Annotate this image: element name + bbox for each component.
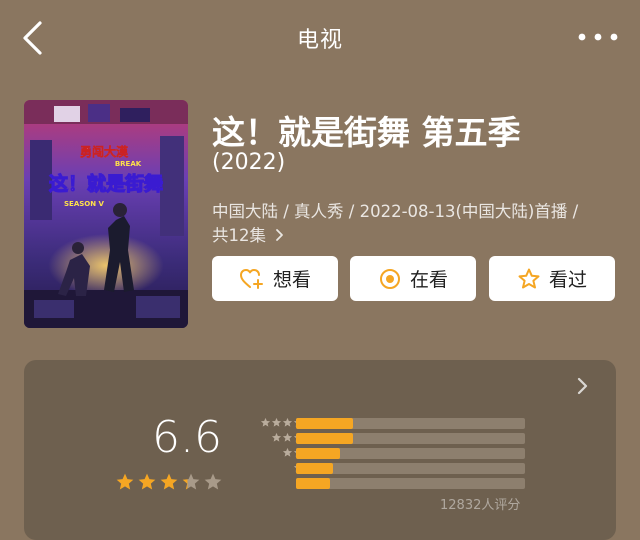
small-star-icon bbox=[260, 417, 271, 427]
star-icon bbox=[204, 473, 222, 490]
rating-distribution bbox=[232, 416, 542, 491]
rating-bar-track bbox=[296, 478, 525, 489]
rating-bar-row bbox=[232, 461, 542, 476]
rating-bar-fill bbox=[296, 463, 333, 474]
rating-bar-fill bbox=[296, 448, 340, 459]
rating-bar-fill bbox=[296, 433, 354, 444]
rating-count: 12832人评分 bbox=[440, 498, 521, 513]
small-star-icon bbox=[271, 417, 282, 427]
poster-season-text: SEASON V bbox=[64, 200, 105, 208]
small-star-icon bbox=[271, 432, 282, 442]
rating-bar-row bbox=[232, 476, 542, 491]
star-outline-icon bbox=[518, 268, 540, 288]
more-options-button[interactable] bbox=[578, 28, 618, 46]
star-icon bbox=[138, 473, 156, 490]
small-star-icon bbox=[282, 417, 293, 427]
want-to-watch-label: 想看 bbox=[272, 269, 311, 291]
more-dots-icon bbox=[578, 33, 618, 41]
poster-top-text-en: BREAK bbox=[115, 160, 142, 168]
rating-bar-track bbox=[296, 448, 525, 459]
star-icon bbox=[116, 473, 134, 490]
small-star-icon bbox=[282, 447, 293, 457]
rating-bar-row bbox=[232, 431, 542, 446]
rating-bar-fill bbox=[296, 418, 354, 429]
heart-plus-icon bbox=[239, 268, 263, 289]
star-icon bbox=[182, 473, 200, 490]
chevron-right-small-icon bbox=[276, 229, 284, 241]
watched-label: 看过 bbox=[548, 269, 587, 291]
rating-bar-row bbox=[232, 446, 542, 461]
episode-count-link[interactable]: 共12集 bbox=[212, 222, 285, 246]
show-year: (2022) bbox=[212, 150, 286, 175]
chevron-right-icon[interactable] bbox=[576, 376, 590, 396]
watching-label: 在看 bbox=[409, 269, 448, 291]
rating-bar-track bbox=[296, 463, 525, 474]
watched-button[interactable]: 看过 bbox=[489, 256, 615, 301]
poster-top-text: 勇闯大漠 bbox=[80, 144, 129, 159]
star-icon bbox=[160, 473, 178, 490]
rating-stars bbox=[115, 472, 223, 492]
episode-count-label: 共12集 bbox=[212, 226, 266, 245]
eye-circle-icon bbox=[379, 268, 400, 289]
show-meta-info: 中国大陆 / 真人秀 / 2022-08-13(中国大陆)首播 / bbox=[212, 202, 579, 221]
page-title: 电视 bbox=[296, 28, 343, 53]
show-title: 这！就是街舞 第五季 bbox=[212, 113, 521, 152]
show-poster[interactable]: 勇闯大漠 BREAK 这！就是街舞 SEASON V bbox=[24, 100, 188, 328]
rating-bar-track bbox=[296, 418, 525, 429]
rating-bar-track bbox=[296, 433, 525, 444]
poster-main-text: 这！就是街舞 bbox=[49, 172, 163, 195]
small-star-icon bbox=[282, 432, 293, 442]
want-to-watch-button[interactable]: 想看 bbox=[212, 256, 338, 301]
top-bar: 电视 bbox=[0, 0, 640, 76]
watching-button[interactable]: 在看 bbox=[350, 256, 476, 301]
rating-bar-fill bbox=[296, 478, 331, 489]
rating-card[interactable]: 6.6 12832人评分 bbox=[24, 360, 616, 540]
rating-bar-row bbox=[232, 416, 542, 431]
